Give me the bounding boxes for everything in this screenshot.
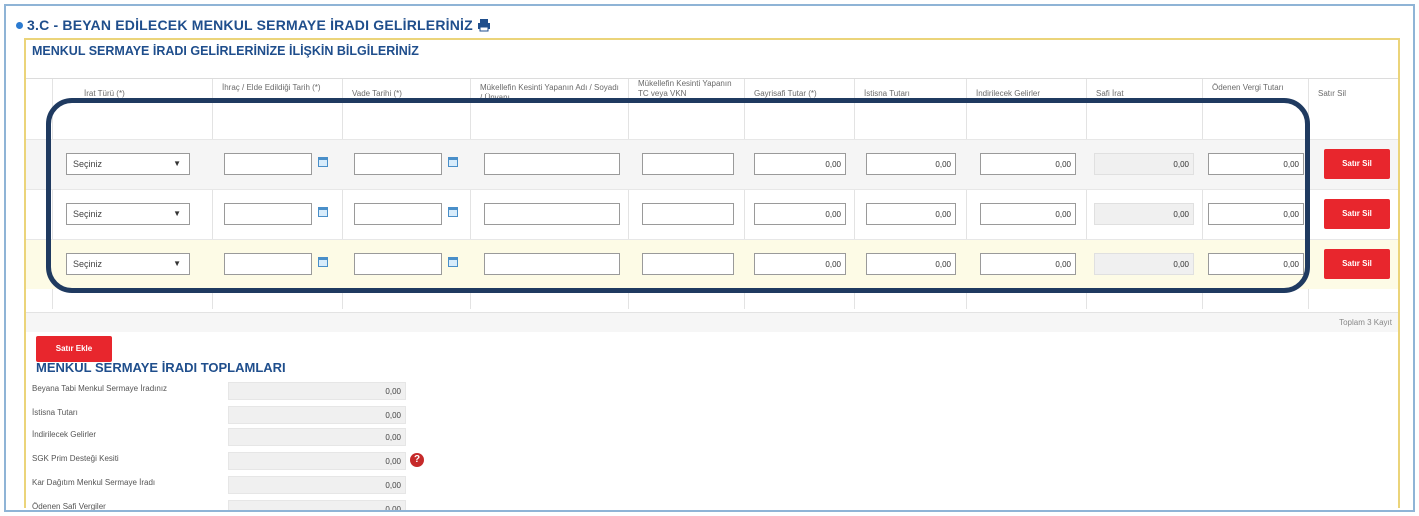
col-head-type: İrat Türü (*)	[84, 89, 125, 98]
section-header: 3.C - BEYAN EDİLECEK MENKUL SERMAYE İRAD…	[16, 14, 491, 36]
totals-label: Kar Dağıtım Menkul Sermaye İradı	[32, 478, 156, 487]
totals-value: 0,00	[228, 476, 406, 494]
totals-row: Ödenen Safi Vergiler 0,00	[32, 500, 412, 511]
issue-date-input[interactable]	[224, 253, 312, 275]
add-row-button[interactable]: Satır Ekle	[36, 336, 112, 362]
col-head-payer-name: Mükellefin Kesinti Yapanın Adı / Soyadı …	[480, 83, 619, 102]
issue-date-input[interactable]	[224, 203, 312, 225]
totals-row: İstisna Tutarı 0,00	[32, 406, 412, 426]
help-icon[interactable]: ?	[410, 453, 424, 467]
row-count: Toplam 3 Kayıt	[1339, 318, 1392, 327]
totals-label: İstisna Tutarı	[32, 408, 78, 417]
calendar-icon[interactable]	[448, 157, 458, 167]
delete-row-button[interactable]: Satır Sil	[1324, 199, 1390, 229]
totals-value: 0,00	[228, 406, 406, 424]
tax-paid-input[interactable]: 0,00	[1208, 253, 1304, 275]
col-head-delete: Satır Sil	[1318, 89, 1347, 98]
totals-row: Beyana Tabi Menkul Sermaye İradınız 0,00	[32, 382, 412, 402]
printer-icon[interactable]	[477, 18, 491, 32]
income-type-select[interactable]: Seçiniz ▼	[66, 253, 190, 275]
gross-input[interactable]: 0,00	[754, 203, 846, 225]
due-date-input[interactable]	[354, 203, 442, 225]
table-row: Seçiniz ▼ 0,00 0,00 0,00 0,00 0,00 Satır …	[26, 139, 1398, 189]
table-row: Seçiniz ▼ 0,00 0,00 0,00 0,00 0,00 Satır …	[26, 239, 1398, 289]
section-title: 3.C - BEYAN EDİLECEK MENKUL SERMAYE İRAD…	[27, 17, 473, 33]
totals-value: 0,00	[228, 452, 406, 470]
col-head-gross: Gayrisafi Tutar (*)	[754, 89, 817, 98]
calendar-icon[interactable]	[448, 257, 458, 267]
exemption-input[interactable]: 0,00	[866, 253, 956, 275]
payer-id-input[interactable]	[642, 253, 734, 275]
col-head-deductions: İndirilecek Gelirler	[976, 89, 1041, 98]
issue-date-input[interactable]	[224, 153, 312, 175]
form-frame: 3.C - BEYAN EDİLECEK MENKUL SERMAYE İRAD…	[4, 4, 1415, 512]
deductions-input[interactable]: 0,00	[980, 153, 1076, 175]
payer-id-input[interactable]	[642, 203, 734, 225]
totals-row: Kar Dağıtım Menkul Sermaye İradı 0,00	[32, 476, 412, 496]
totals-row: İndirilecek Gelirler 0,00	[32, 428, 412, 448]
deductions-input[interactable]: 0,00	[980, 203, 1076, 225]
grid-footer: Toplam 3 Kayıt	[26, 312, 1398, 332]
payer-id-input[interactable]	[642, 153, 734, 175]
totals-value: 0,00	[228, 382, 406, 400]
calendar-icon[interactable]	[448, 207, 458, 217]
col-head-tax-paid: Ödenen Vergi Tutarı	[1212, 83, 1284, 92]
net-value: 0,00	[1094, 153, 1194, 175]
table-row: Seçiniz ▼ 0,00 0,00 0,00 0,00 0,00 Satır …	[26, 189, 1398, 239]
col-head-issue-date: İhraç / Elde Edildiği Tarih (*)	[222, 83, 321, 92]
bullet-icon	[16, 21, 23, 29]
exemption-input[interactable]: 0,00	[866, 203, 956, 225]
col-head-payer-id: Mükellefin Kesinti Yapanın TC veya VKN	[638, 79, 732, 98]
exemption-input[interactable]: 0,00	[866, 153, 956, 175]
col-head-due-date: Vade Tarihi (*)	[352, 89, 402, 98]
deductions-input[interactable]: 0,00	[980, 253, 1076, 275]
chevron-down-icon: ▼	[173, 259, 181, 268]
delete-row-button[interactable]: Satır Sil	[1324, 149, 1390, 179]
payer-name-input[interactable]	[484, 253, 620, 275]
col-head-exemption: İstisna Tutarı	[864, 89, 910, 98]
chevron-down-icon: ▼	[173, 159, 181, 168]
calendar-icon[interactable]	[318, 207, 328, 217]
tax-paid-input[interactable]: 0,00	[1208, 203, 1304, 225]
gross-input[interactable]: 0,00	[754, 153, 846, 175]
delete-row-button[interactable]: Satır Sil	[1324, 249, 1390, 279]
totals-label: İndirilecek Gelirler	[32, 430, 97, 439]
chevron-down-icon: ▼	[173, 209, 181, 218]
totals-label: SGK Prim Desteği Kesiti	[32, 454, 119, 463]
col-head-net: Safi İrat	[1096, 89, 1124, 98]
totals-row: SGK Prim Desteği Kesiti 0,00 ?	[32, 452, 424, 472]
due-date-input[interactable]	[354, 153, 442, 175]
payer-name-input[interactable]	[484, 203, 620, 225]
payer-name-input[interactable]	[484, 153, 620, 175]
income-type-select[interactable]: Seçiniz ▼	[66, 203, 190, 225]
net-value: 0,00	[1094, 203, 1194, 225]
net-value: 0,00	[1094, 253, 1194, 275]
income-panel: MENKUL SERMAYE İRADI GELİRLERİNİZE İLİŞK…	[24, 38, 1400, 510]
due-date-input[interactable]	[354, 253, 442, 275]
calendar-icon[interactable]	[318, 257, 328, 267]
calendar-icon[interactable]	[318, 157, 328, 167]
totals-value: 0,00	[228, 428, 406, 446]
totals-title: MENKUL SERMAYE İRADI TOPLAMLARI	[36, 360, 286, 375]
gross-input[interactable]: 0,00	[754, 253, 846, 275]
totals-label: Ödenen Safi Vergiler	[32, 502, 106, 511]
panel-title: MENKUL SERMAYE İRADI GELİRLERİNİZE İLİŞK…	[32, 44, 419, 58]
totals-value: 0,00	[228, 500, 406, 510]
totals-label: Beyana Tabi Menkul Sermaye İradınız	[32, 384, 168, 393]
income-type-select[interactable]: Seçiniz ▼	[66, 153, 190, 175]
grid: İrat Türü (*) İhraç / Elde Edildiği Tari…	[26, 78, 1398, 309]
tax-paid-input[interactable]: 0,00	[1208, 153, 1304, 175]
